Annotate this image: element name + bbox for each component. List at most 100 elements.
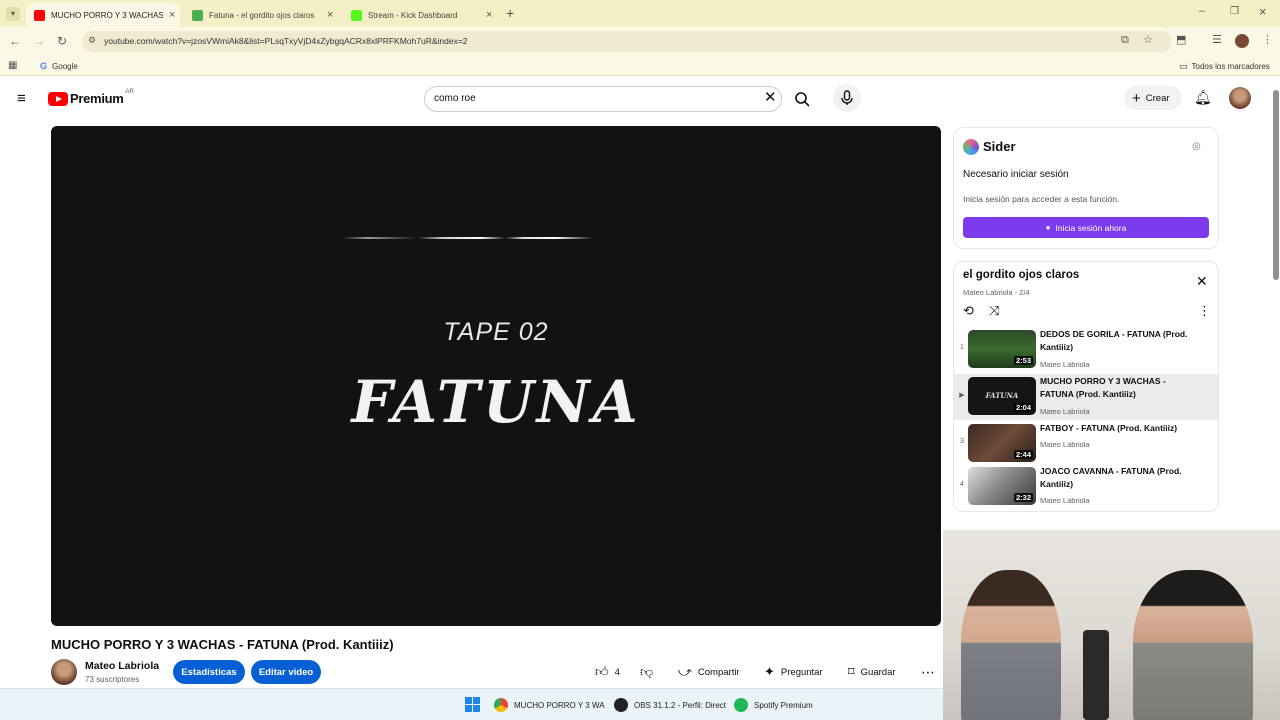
ask-button[interactable]: ✦ Preguntar [764, 660, 823, 684]
hamburger-menu-icon[interactable]: ≡ [17, 91, 26, 106]
tab-youtube[interactable]: MUCHO PORRO Y 3 WACHAS - × [26, 3, 180, 27]
playlist-subtitle: Mateo Labriola - 2/4 [963, 288, 1030, 297]
apps-grid-icon[interactable]: ▦ [8, 61, 17, 71]
back-icon[interactable]: ← [9, 35, 21, 47]
shuffle-icon[interactable]: ⤨ [989, 304, 999, 317]
playlist-item-title: FATBOY - FATUNA (Prod. Kantiiiz) [1040, 423, 1178, 433]
playlist-item[interactable]: 3 2:44 FATBOY - FATUNA (Prod. Kantiiiz) … [954, 421, 1218, 467]
plus-icon: + [1132, 89, 1141, 107]
dislike-button[interactable]: 👎︎ [640, 660, 659, 684]
edit-video-button[interactable]: Editar video [251, 660, 321, 684]
webcam-overlay [943, 530, 1280, 720]
loop-icon[interactable]: ⟲ [963, 304, 974, 317]
close-tab-icon[interactable]: × [327, 9, 333, 21]
tab-kick-dashboard[interactable]: Stream - Kick Dashboard × [343, 3, 497, 27]
duration-badge: 2:04 [1013, 403, 1033, 412]
playlist-item-index: 4 [960, 481, 964, 488]
forward-icon[interactable]: → [33, 35, 45, 47]
url-text[interactable]: youtube.com/watch?v=jzosVWmiAk8&list=PLs… [104, 36, 468, 46]
spotify-icon [734, 698, 748, 712]
close-tab-icon[interactable]: × [486, 9, 492, 21]
maximize-icon[interactable]: ❐ [1230, 7, 1239, 17]
playlist-item-title: JOACO CAVANNA - FATUNA (Prod. Kantiiiz) [1040, 466, 1182, 489]
profile-avatar-icon[interactable] [1235, 34, 1249, 48]
like-button[interactable]: 👍︎ 4 [595, 660, 620, 684]
tab-search-icon[interactable]: ▾ [6, 7, 20, 21]
chrome-menu-icon[interactable]: ⋮ [1262, 35, 1273, 46]
sheet-favicon-icon [192, 9, 203, 21]
video-frame-tape-text: TAPE 02 [443, 318, 549, 346]
search-button[interactable] [782, 86, 822, 112]
extensions-icon[interactable]: ⬒ [1176, 35, 1186, 46]
channel-avatar[interactable] [51, 659, 77, 685]
microphone-icon [841, 90, 853, 105]
bookmark-save-icon: ⌑ [848, 664, 855, 679]
close-window-icon[interactable]: × [1259, 5, 1267, 18]
scrollbar-thumb[interactable] [1273, 90, 1279, 280]
reload-icon[interactable]: ↻ [57, 35, 67, 47]
sider-settings-icon[interactable]: ◎ [1192, 142, 1201, 152]
playlist-item-current[interactable]: ▶ FATUNA 2:04 MUCHO PORRO Y 3 WACHAS - F… [954, 374, 1218, 420]
share-arrow-icon: ⤻ [678, 664, 692, 679]
google-g-icon: G [40, 61, 48, 71]
playlist-thumbnail: FATUNA 2:04 [968, 377, 1036, 415]
search-box[interactable] [424, 86, 782, 112]
statistics-button[interactable]: Estadísticas [173, 660, 245, 684]
clear-search-icon[interactable]: ✕ [764, 90, 777, 105]
playlist-item[interactable]: 1 2:53 DEDOS DE GORILA - FATUNA (Prod. K… [954, 327, 1218, 373]
reading-list-icon[interactable]: ☰ [1212, 35, 1222, 46]
voice-search-button[interactable] [833, 84, 861, 112]
share-button[interactable]: ⤻ Compartir [678, 660, 740, 684]
playlist-item[interactable]: 4 2:32 JOACO CAVANNA - FATUNA (Prod. Kan… [954, 464, 1218, 510]
video-frame-title-text: FATUNA [351, 368, 641, 436]
playlist-item-index: 1 [960, 344, 964, 351]
playlist-item-index: 3 [960, 438, 964, 445]
save-button[interactable]: ⌑ Guardar [848, 660, 896, 684]
playlist-more-icon[interactable]: ⋮ [1198, 304, 1211, 317]
create-button[interactable]: + Crear [1124, 86, 1182, 110]
playlist-thumbnail: 2:32 [968, 467, 1036, 505]
bookmark-all-folder[interactable]: ▭ Todos los marcadores [1179, 61, 1270, 72]
video-player[interactable]: TAPE 02 FATUNA [51, 126, 941, 626]
thumbs-up-icon: 👍︎ [595, 664, 609, 679]
cast-icon[interactable]: ⧉ [1121, 35, 1129, 46]
taskbar-spotify[interactable]: Spotify Premium [734, 697, 813, 713]
duration-badge: 2:44 [1013, 450, 1033, 459]
folder-icon: ▭ [1179, 61, 1188, 71]
sider-brain-icon: ● [1045, 223, 1051, 232]
subscriber-count: 73 suscriptores [85, 675, 140, 684]
playlist-item-channel: Mateo Labriola [1040, 407, 1090, 416]
bookmarks-bar [0, 56, 1280, 76]
sider-heading: Necesario iniciar sesión [963, 169, 1069, 180]
new-tab-icon[interactable]: + [506, 6, 514, 20]
sider-description: Inicia sesión para acceder a esta funció… [963, 194, 1120, 204]
sider-login-button[interactable]: ● Inicia sesión ahora [963, 217, 1209, 238]
youtube-premium-logo[interactable]: Premium AR [48, 89, 134, 106]
search-input[interactable]: como roe [434, 93, 476, 104]
search-icon [795, 92, 810, 107]
channel-name[interactable]: Mateo Labriola [85, 660, 159, 672]
video-title: MUCHO PORRO Y 3 WACHAS - FATUNA (Prod. K… [51, 637, 394, 652]
playlist-item-title: DEDOS DE GORILA - FATUNA (Prod. Kantiiiz… [1040, 329, 1188, 352]
account-avatar[interactable] [1229, 87, 1251, 109]
bookmark-star-icon[interactable]: ☆ [1143, 35, 1153, 46]
streamer-left [961, 570, 1061, 720]
close-tab-icon[interactable]: × [169, 9, 175, 21]
close-playlist-icon[interactable]: ✕ [1196, 274, 1208, 288]
minimize-icon[interactable]: – [1199, 6, 1205, 17]
notifications-bell-icon[interactable]: 🔔︎ [1194, 90, 1212, 104]
youtube-favicon-icon [34, 9, 45, 21]
taskbar-chrome[interactable]: MUCHO PORRO Y 3 WA [494, 697, 605, 713]
tab-fatuna[interactable]: Fatuna - el gordito ojos claros × [184, 3, 338, 27]
streamer-right [1133, 570, 1253, 720]
taskbar-obs[interactable]: OBS 31.1.2 - Perfil: Direct [614, 697, 726, 713]
site-info-icon[interactable]: ⚙ [88, 36, 96, 45]
playlist-title[interactable]: el gordito ojos claros [963, 269, 1079, 281]
sider-logo-icon [963, 139, 979, 155]
more-actions-icon[interactable]: ⋯ [921, 660, 935, 684]
playlist-item-channel: Mateo Labriola [1040, 360, 1090, 369]
bookmark-google[interactable]: G Google [40, 61, 78, 71]
chrome-icon [494, 698, 508, 712]
thumbs-down-icon: 👎︎ [640, 664, 654, 679]
windows-start-icon[interactable] [465, 697, 480, 712]
